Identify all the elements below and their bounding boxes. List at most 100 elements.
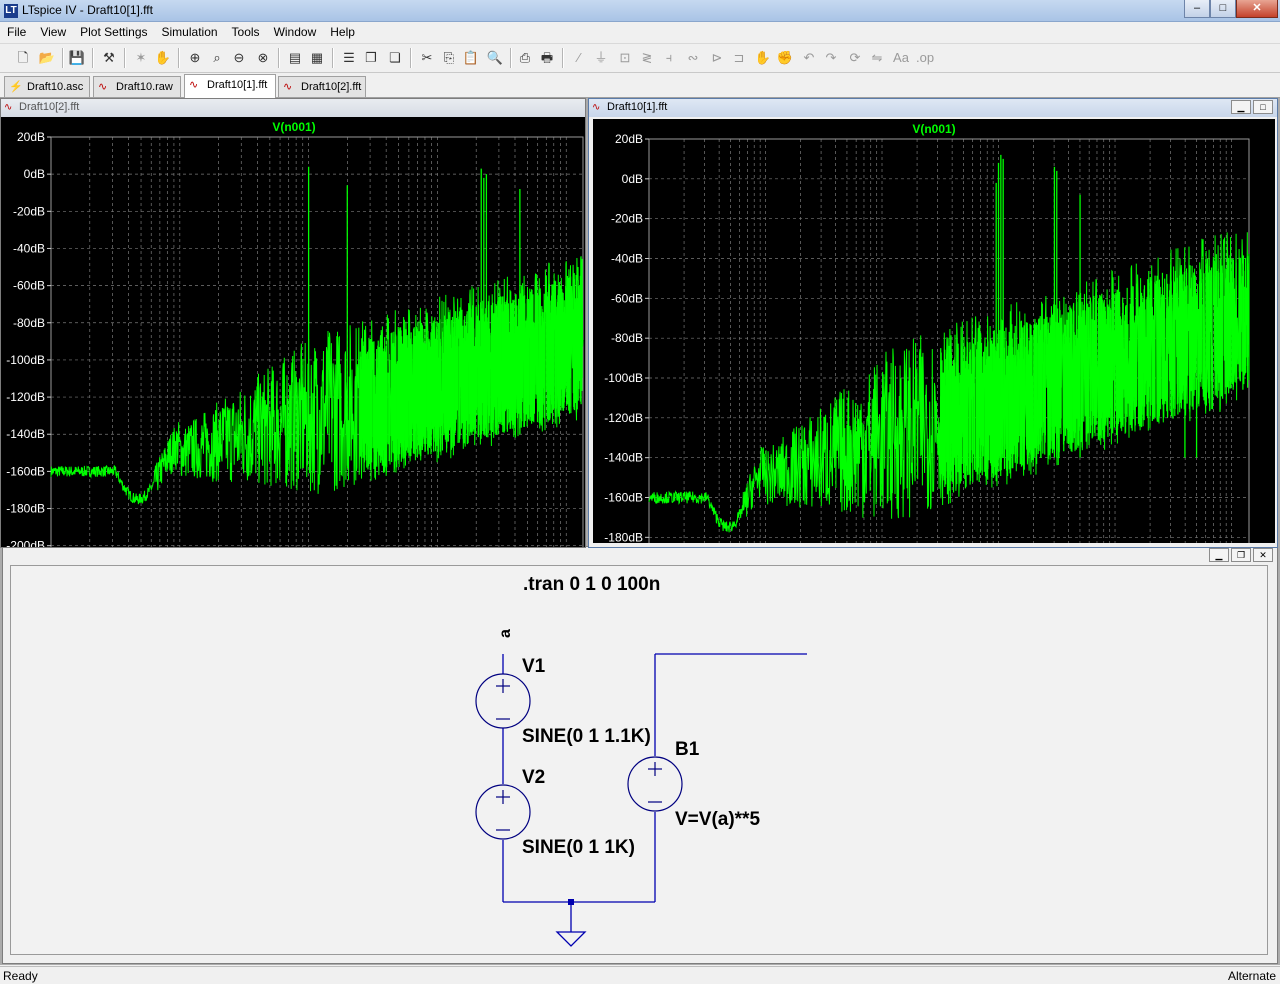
maximize-button[interactable]: □ xyxy=(1210,0,1236,18)
menu-view[interactable]: View xyxy=(33,22,73,42)
v2-value[interactable]: SINE(0 1 1K) xyxy=(522,837,635,859)
zoom-in-icon[interactable]: ⊕ xyxy=(186,49,204,67)
fft-maximize-button[interactable]: □ xyxy=(1253,100,1273,114)
tab-label: Draft10[1].fft xyxy=(207,79,268,91)
drag-icon[interactable]: ✊ xyxy=(776,49,794,67)
v1-value[interactable]: SINE(0 1 1.1K) xyxy=(522,726,651,748)
waveform-icon: ∿ xyxy=(592,102,601,113)
fft-graph: 20dB 0dB -20dB -40dB -60dB -80dB -100dB -120dB -… xyxy=(604,132,1250,543)
y-tick-label: -200dB xyxy=(6,539,45,548)
diode-icon[interactable]: ⊳ xyxy=(708,49,726,67)
tab-draft10-asc[interactable]: ⚡ Draft10.asc xyxy=(4,76,90,97)
b1-name[interactable]: B1 xyxy=(675,739,699,761)
y-tick-label: -40dB xyxy=(611,252,643,266)
text-icon[interactable]: Aa xyxy=(892,49,910,67)
y-tick-label: -160dB xyxy=(6,464,45,478)
resistor-icon[interactable]: ≷ xyxy=(638,49,656,67)
zoom-fit-icon[interactable]: ⊗ xyxy=(254,49,272,67)
open-folder-icon[interactable]: 📂 xyxy=(38,49,56,67)
y-tick-label: -60dB xyxy=(611,291,643,305)
y-tick-label: -140dB xyxy=(6,427,45,441)
tab-draft10-2-fft[interactable]: ∿ Draft10[2].fft xyxy=(278,76,366,97)
fft-window-right-title: ∿ Draft10[1].fft ▁ □ xyxy=(589,99,1277,117)
schematic-minimize-button[interactable]: ▁ xyxy=(1209,548,1229,562)
y-tick-label: -20dB xyxy=(13,204,45,218)
new-schematic-icon[interactable]: 🗋 xyxy=(14,49,32,67)
y-tick-label: 20dB xyxy=(615,132,643,146)
y-tick-label: -180dB xyxy=(6,502,45,516)
y-tick-label: 20dB xyxy=(17,130,45,144)
fft-graph: 20dB 0dB -20dB -40dB -60dB -80dB -100dB -120dB -… xyxy=(6,130,584,548)
tab-draft10-raw[interactable]: ∿ Draft10.raw xyxy=(93,76,181,97)
net-label-a[interactable]: a xyxy=(497,629,515,638)
menu-file[interactable]: File xyxy=(0,22,33,42)
component-icon[interactable]: ⊐ xyxy=(730,49,748,67)
document-tabs: ⚡ Draft10.asc ∿ Draft10.raw ∿ Draft10[1]… xyxy=(0,74,1280,98)
schematic-icon: ⚡ xyxy=(9,81,23,93)
redo-icon[interactable]: ↷ xyxy=(822,49,840,67)
control-panel-icon[interactable]: ⚒ xyxy=(100,49,118,67)
fft-minimize-button[interactable]: ▁ xyxy=(1231,100,1251,114)
schematic-close-button[interactable]: ✕ xyxy=(1253,548,1273,562)
label-net-icon[interactable]: ⊡ xyxy=(616,49,634,67)
waveform-icon: ∿ xyxy=(98,81,108,93)
save-icon[interactable]: 💾 xyxy=(68,49,86,67)
spice-directive-icon[interactable]: .op xyxy=(916,49,934,67)
y-tick-label: 0dB xyxy=(24,167,45,181)
fft-window-left-title: ∿ Draft10[2].fft xyxy=(1,99,585,117)
close-button[interactable]: ✕ xyxy=(1236,0,1278,18)
find-icon[interactable]: 🔍 xyxy=(486,49,504,67)
tab-draft10-1-fft[interactable]: ∿ Draft10[1].fft xyxy=(184,74,276,98)
schematic-restore-button[interactable]: ❐ xyxy=(1231,548,1251,562)
fft-plot-left[interactable]: V(n001) 20dB 0dB -20dB -40dB -60dB -80dB -100d… xyxy=(1,117,585,548)
y-tick-label: -160dB xyxy=(604,491,643,505)
tab-label: Draft10.asc xyxy=(27,81,84,93)
schematic-drawing xyxy=(475,653,807,947)
ground-symbol xyxy=(555,931,587,947)
move-icon[interactable]: ✋ xyxy=(754,49,772,67)
grid-icon[interactable]: ▦ xyxy=(308,49,326,67)
v2-name[interactable]: V2 xyxy=(522,767,545,789)
ltspice-logo-icon: LT xyxy=(4,4,18,18)
y-tick-label: -80dB xyxy=(13,316,45,330)
menu-simulation[interactable]: Simulation xyxy=(155,22,225,42)
status-mode: Alternate xyxy=(1227,969,1276,983)
tile-vertical-icon[interactable]: ❏ xyxy=(386,49,404,67)
tile-horizontal-icon[interactable]: ☰ xyxy=(340,49,358,67)
b1-value[interactable]: V=V(a)**5 xyxy=(675,809,760,831)
cut-icon[interactable]: ✂ xyxy=(418,49,436,67)
wire-icon[interactable]: ∕ xyxy=(570,49,588,67)
print-icon[interactable]: 🖶 xyxy=(538,49,556,67)
schematic-canvas[interactable]: .tran 0 1 0 100n a V1 SINE(0 1 1.1K) V2 … xyxy=(10,565,1268,955)
minimize-button[interactable]: – xyxy=(1184,0,1210,18)
mirror-icon[interactable]: ⇋ xyxy=(868,49,886,67)
halt-icon[interactable]: ✋ xyxy=(154,49,172,67)
ground-icon[interactable]: ⏚ xyxy=(592,49,610,67)
undo-icon[interactable]: ↶ xyxy=(800,49,818,67)
window-title-text: Draft10[2].fft xyxy=(19,101,80,113)
menu-bar: File View Plot Settings Simulation Tools… xyxy=(0,22,1280,42)
fft-plot-right[interactable]: V(n001) 20dB 0dB -20dB -40dB -60dB -80dB -100d… xyxy=(593,119,1275,543)
menu-help[interactable]: Help xyxy=(323,22,362,42)
print-setup-icon[interactable]: ⎙ xyxy=(516,49,534,67)
autorange-icon[interactable]: ▤ xyxy=(286,49,304,67)
inductor-icon[interactable]: ∾ xyxy=(684,49,702,67)
fft-window-right: ∿ Draft10[1].fft ▁ □ V(n001) 20dB 0dB -20d… xyxy=(588,98,1278,548)
y-tick-label: -100dB xyxy=(6,353,45,367)
capacitor-icon[interactable]: ⫞ xyxy=(660,49,678,67)
menu-window[interactable]: Window xyxy=(267,22,324,42)
run-icon[interactable]: ✶ xyxy=(132,49,150,67)
pan-icon[interactable]: ⌕ xyxy=(208,49,226,67)
zoom-out-icon[interactable]: ⊖ xyxy=(230,49,248,67)
cascade-icon[interactable]: ❐ xyxy=(362,49,380,67)
copy-icon[interactable]: ⎘ xyxy=(440,49,458,67)
paste-icon[interactable]: 📋 xyxy=(462,49,480,67)
y-tick-label: -120dB xyxy=(6,390,45,404)
y-tick-label: -60dB xyxy=(13,279,45,293)
v1-name[interactable]: V1 xyxy=(522,656,545,678)
rotate-icon[interactable]: ⟳ xyxy=(846,49,864,67)
y-tick-label: -120dB xyxy=(604,411,643,425)
menu-tools[interactable]: Tools xyxy=(225,22,267,42)
y-tick-label: -80dB xyxy=(611,331,643,345)
menu-plot-settings[interactable]: Plot Settings xyxy=(73,22,154,42)
